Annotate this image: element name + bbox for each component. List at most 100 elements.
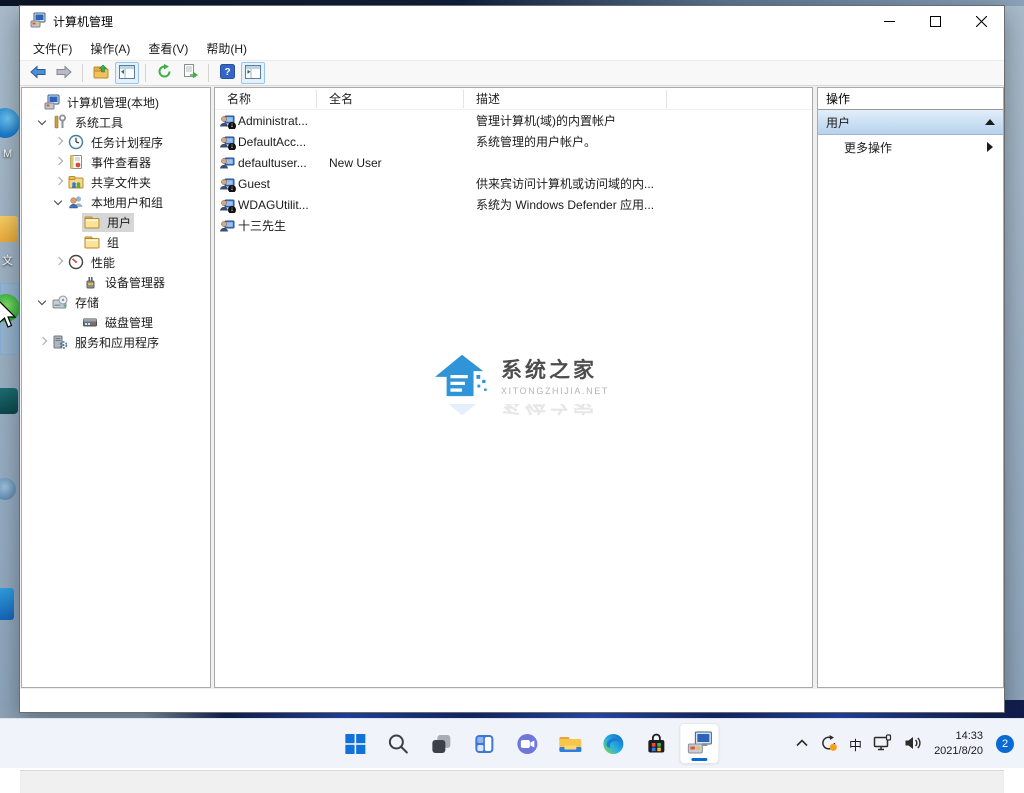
- actions-pane: 操作 用户 更多操作: [817, 87, 1004, 688]
- widgets-button[interactable]: [464, 723, 504, 764]
- tree-item-shared-folders[interactable]: 共享文件夹: [22, 172, 210, 192]
- user-row-defaultaccount[interactable]: ↓DefaultAcc... 系统管理的用户帐户。: [215, 131, 812, 152]
- actions-group-users[interactable]: 用户: [818, 110, 1003, 135]
- desktop-icon[interactable]: [0, 388, 18, 414]
- tree-item-computer-management-local[interactable]: 计算机管理(本地): [22, 92, 210, 112]
- tray-date: 2021/8/20: [934, 744, 983, 759]
- export-list-button[interactable]: [178, 62, 202, 84]
- computer-management-icon: [686, 731, 713, 756]
- desktop-icon[interactable]: [0, 588, 14, 620]
- tree-item-services-and-applications[interactable]: 服务和应用程序: [22, 332, 210, 352]
- file-explorer-icon: [557, 732, 583, 756]
- chevron-collapsed-icon[interactable]: [52, 135, 66, 149]
- tray-network-icon[interactable]: [873, 734, 893, 755]
- tray-update-icon[interactable]: [820, 734, 838, 755]
- user-disabled-icon: ↓: [219, 197, 235, 213]
- user-row-defaultuser[interactable]: defaultuser... New User: [215, 152, 812, 173]
- back-button[interactable]: [26, 62, 50, 84]
- content-area: 计算机管理(本地) 系统工具 任务计划程序: [20, 86, 1004, 689]
- collapse-group-icon[interactable]: [985, 119, 995, 125]
- task-scheduler-icon: [68, 134, 84, 150]
- chevron-collapsed-icon[interactable]: [36, 335, 50, 349]
- device-manager-icon: [82, 274, 98, 290]
- menu-file[interactable]: 文件(F): [24, 37, 81, 60]
- tree-item-users[interactable]: 用户: [22, 212, 210, 232]
- tree-item-device-manager[interactable]: 设备管理器: [22, 272, 210, 292]
- tree-item-event-viewer[interactable]: 事件查看器: [22, 152, 210, 172]
- forward-icon: [56, 65, 72, 82]
- desktop-icon[interactable]: [0, 216, 18, 242]
- user-row-shisan[interactable]: 十三先生: [215, 215, 812, 236]
- user-disabled-icon: ↓: [219, 113, 235, 129]
- more-actions-item[interactable]: 更多操作: [818, 135, 1003, 159]
- column-header-description[interactable]: 描述: [464, 90, 667, 108]
- notification-count-badge[interactable]: 2: [996, 735, 1014, 753]
- task-view-button[interactable]: [421, 723, 461, 764]
- tree-item-task-scheduler[interactable]: 任务计划程序: [22, 132, 210, 152]
- tree-item-disk-management[interactable]: 磁盘管理: [22, 312, 210, 332]
- submenu-arrow-icon: [987, 142, 993, 152]
- performance-icon: [68, 254, 84, 270]
- refresh-button[interactable]: [152, 62, 176, 84]
- chevron-collapsed-icon[interactable]: [52, 255, 66, 269]
- tree-item-local-users-and-groups[interactable]: 本地用户和组: [22, 192, 210, 212]
- tray-chevron-up-icon[interactable]: [795, 737, 809, 752]
- xitongzhijia-logo-icon: [433, 350, 491, 400]
- show-hide-action-pane-button[interactable]: [241, 62, 265, 84]
- disabled-arrow-badge: ↓: [228, 143, 236, 150]
- minimize-button[interactable]: [866, 6, 912, 36]
- search-icon: [386, 732, 410, 756]
- chevron-expanded-icon[interactable]: [36, 295, 50, 309]
- desktop-icon-label: 文: [2, 252, 13, 268]
- tree-item-storage[interactable]: 存储: [22, 292, 210, 312]
- forward-button[interactable]: [52, 62, 76, 84]
- show-hide-console-tree-button[interactable]: [115, 62, 139, 84]
- watermark-title: 系统之家: [501, 354, 609, 384]
- desktop-icon[interactable]: [0, 108, 20, 138]
- edge-icon: [601, 732, 625, 756]
- chevron-collapsed-icon[interactable]: [52, 175, 66, 189]
- user-row-guest[interactable]: ↓Guest 供来宾访问计算机或访问域的内...: [215, 173, 812, 194]
- user-row-wdagutility[interactable]: ↓WDAGUtilit... 系统为 Windows Defender 应用..…: [215, 194, 812, 215]
- user-row-administrator[interactable]: ↓Administrat... 管理计算机(域)的内置帐户: [215, 110, 812, 131]
- up-one-level-button[interactable]: [89, 62, 113, 84]
- microsoft-store-button[interactable]: [636, 723, 676, 764]
- action-pane-toggle-icon: [245, 65, 261, 82]
- toolbar-separator: [82, 64, 83, 82]
- storage-icon: [52, 294, 68, 310]
- desktop: M 文 计算机管理: [0, 0, 1024, 768]
- tree-item-system-tools[interactable]: 系统工具: [22, 112, 210, 132]
- clock[interactable]: 14:33 2021/8/20: [934, 729, 983, 759]
- toolbar-separator: [208, 64, 209, 82]
- taskbar-computer-management-button[interactable]: [679, 723, 719, 764]
- tree-item-groups[interactable]: 组: [22, 232, 210, 252]
- desktop-icon-label: M: [3, 148, 12, 160]
- chevron-expanded-icon[interactable]: [52, 195, 66, 209]
- chevron-expanded-icon[interactable]: [36, 115, 50, 129]
- search-button[interactable]: [378, 723, 418, 764]
- chat-button[interactable]: [507, 723, 547, 764]
- close-button[interactable]: [958, 6, 1004, 36]
- tree-item-performance[interactable]: 性能: [22, 252, 210, 272]
- shared-folders-icon: [68, 174, 84, 190]
- edge-button[interactable]: [593, 723, 633, 764]
- microsoft-store-icon: [644, 732, 668, 756]
- file-explorer-button[interactable]: [550, 723, 590, 764]
- console-tree-pane: 计算机管理(本地) 系统工具 任务计划程序: [21, 87, 211, 688]
- maximize-button[interactable]: [912, 6, 958, 36]
- disabled-arrow-badge: ↓: [228, 122, 236, 129]
- title-bar[interactable]: 计算机管理: [20, 6, 1004, 36]
- computer-management-icon: [30, 12, 46, 31]
- ime-indicator[interactable]: 中: [849, 735, 862, 754]
- user-disabled-icon: ↓: [219, 176, 235, 192]
- column-header-full-name[interactable]: 全名: [317, 90, 464, 108]
- tray-volume-icon[interactable]: [904, 735, 923, 754]
- chevron-collapsed-icon[interactable]: [52, 155, 66, 169]
- help-button[interactable]: ?: [215, 62, 239, 84]
- menu-view[interactable]: 查看(V): [139, 37, 197, 60]
- menu-help[interactable]: 帮助(H): [197, 37, 256, 60]
- start-button[interactable]: [335, 723, 375, 764]
- desktop-icon[interactable]: [0, 478, 16, 500]
- column-header-name[interactable]: 名称: [215, 90, 317, 108]
- menu-action[interactable]: 操作(A): [81, 37, 139, 60]
